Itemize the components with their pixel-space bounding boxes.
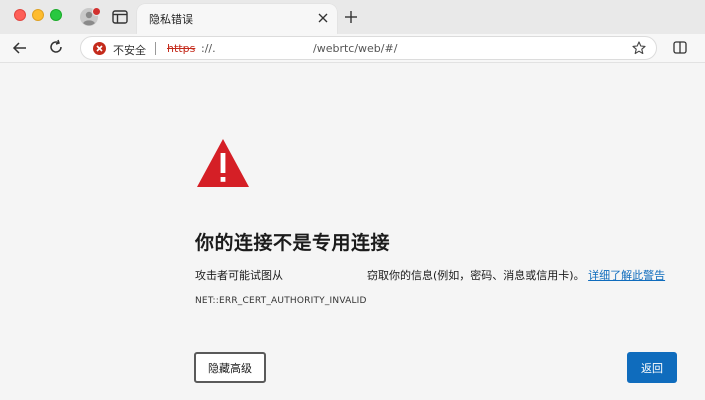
star-icon[interactable] — [632, 41, 646, 55]
not-secure-icon[interactable] — [93, 42, 106, 55]
error-page: 你的连接不是专用连接 攻击者可能试图从 窃取你的信息(例如，密码、消息或信用卡)。… — [0, 63, 705, 400]
hide-advanced-button[interactable]: 隐藏高级 — [194, 352, 266, 383]
go-back-button[interactable]: 返回 — [627, 352, 677, 383]
url-host: ://. — [201, 42, 216, 55]
window-close-button[interactable] — [14, 9, 26, 21]
close-icon[interactable] — [317, 12, 329, 24]
profile-alert-badge — [92, 7, 101, 16]
description-suffix: 窃取你的信息(例如，密码、消息或信用卡)。 — [367, 269, 585, 282]
back-arrow-icon[interactable] — [12, 40, 28, 56]
tab-privacy-error[interactable]: 隐私错误 — [137, 4, 337, 34]
plus-icon[interactable] — [344, 10, 358, 24]
window-minimize-button[interactable] — [32, 9, 44, 21]
address-bar[interactable]: 不安全 https ://. /webrtc/web/#/ — [80, 36, 657, 60]
split-screen-icon[interactable] — [673, 41, 687, 54]
address-separator — [155, 42, 156, 55]
tab-title: 隐私错误 — [149, 13, 193, 26]
url-path: /webrtc/web/#/ — [313, 42, 398, 55]
tab-bar: 隐私错误 — [0, 0, 705, 34]
browser-toolbar: 不安全 https ://. /webrtc/web/#/ — [0, 34, 705, 63]
error-description: 攻击者可能试图从 窃取你的信息(例如，密码、消息或信用卡)。 详细了解此警告 — [195, 267, 665, 283]
error-code: NET::ERR_CERT_AUTHORITY_INVALID — [195, 296, 367, 306]
description-prefix: 攻击者可能试图从 — [195, 269, 283, 282]
window-zoom-button[interactable] — [50, 9, 62, 21]
url-scheme: https — [167, 42, 196, 55]
reload-icon[interactable] — [48, 39, 64, 55]
warning-triangle-icon — [197, 139, 249, 187]
vertical-tabs-icon[interactable] — [112, 10, 128, 24]
learn-more-link[interactable]: 详细了解此警告 — [588, 269, 665, 282]
not-secure-label[interactable]: 不安全 — [113, 42, 146, 58]
error-heading: 你的连接不是专用连接 — [195, 232, 391, 254]
